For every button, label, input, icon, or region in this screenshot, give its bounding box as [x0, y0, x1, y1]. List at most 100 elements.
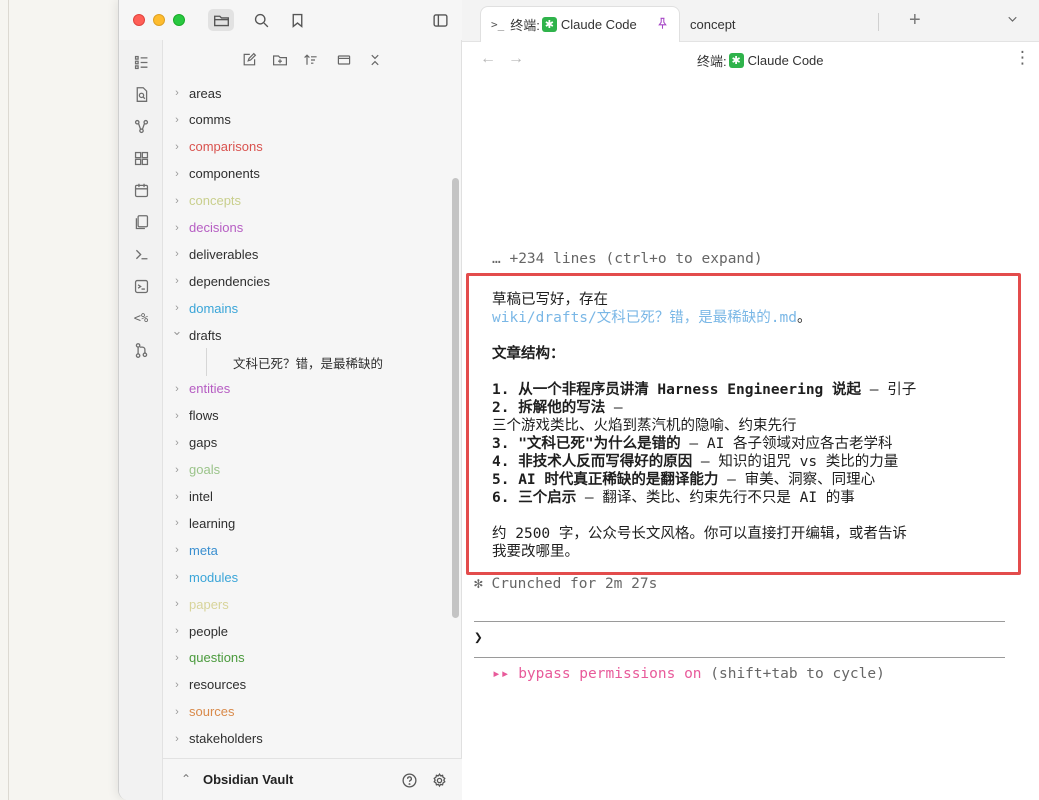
settings-gear-icon[interactable] [429, 770, 449, 790]
expand-collapse-chevrons-icon[interactable] [365, 50, 385, 70]
tree-folder-label: stakeholders [189, 731, 263, 747]
tree-folder[interactable]: ⌄ drafts [172, 323, 439, 346]
chevron-right-icon: › [175, 598, 179, 611]
tree-folder-label: intel [189, 489, 213, 504]
tab-label: concept [690, 16, 736, 32]
tree-folder[interactable]: › dependencies [175, 270, 439, 292]
more-options-icon[interactable]: ⋮ [1014, 48, 1031, 68]
claude-star-icon: ✱ [728, 53, 744, 68]
back-arrow-icon[interactable]: ← [480, 50, 496, 68]
chevron-right-icon: › [175, 275, 179, 288]
chevron-right-icon: › [175, 490, 179, 503]
tree-folder-label: goals [189, 462, 221, 478]
chevron-right-icon: › [175, 651, 179, 664]
tree-folder[interactable]: › intel [175, 486, 439, 508]
template-tag-icon[interactable]: <% [131, 308, 151, 328]
collapsed-lines-note[interactable]: … +234 lines (ctrl+o to expand) [492, 251, 763, 267]
files-folder-icon[interactable] [208, 9, 234, 31]
search-document-icon[interactable] [131, 84, 151, 104]
tree-folder-label: deliverables [189, 246, 259, 262]
tree-folder-label: papers [189, 596, 229, 612]
chevron-down-icon: ⌄ [171, 323, 183, 339]
minimize-window-button[interactable] [153, 14, 165, 26]
tree-folder[interactable]: › learning [175, 512, 439, 534]
tree-folder[interactable]: › sources [175, 701, 439, 723]
graph-view-icon[interactable] [131, 116, 151, 136]
tab-concept[interactable]: concept [690, 6, 736, 42]
left-ribbon: <% [119, 40, 163, 800]
outline-icon[interactable] [131, 52, 151, 72]
new-folder-icon[interactable] [270, 50, 290, 70]
tree-folder[interactable]: › comms [175, 109, 439, 131]
highlight-box [466, 273, 1021, 575]
tree-folder[interactable]: › gaps [175, 432, 439, 454]
prompt-bottom-divider [474, 657, 1005, 658]
tree-folder-label: decisions [189, 220, 244, 235]
close-window-button[interactable] [133, 14, 145, 26]
bookmark-icon[interactable] [284, 9, 310, 31]
tree-folder[interactable]: › domains [175, 297, 439, 319]
help-icon[interactable] [399, 770, 419, 790]
calendar-icon[interactable] [131, 180, 151, 200]
git-branch-icon[interactable] [131, 340, 151, 360]
prompt-top-divider [474, 621, 1005, 622]
chevron-right-icon: › [175, 732, 179, 745]
tree-folder[interactable]: › concepts [175, 190, 439, 212]
tree-folder[interactable]: › stakeholders [175, 728, 439, 750]
tab-list-chevron-down-icon[interactable] [1005, 12, 1020, 32]
tree-folder[interactable]: › papers [175, 593, 439, 615]
tree-folder[interactable]: › modules [175, 566, 439, 588]
tree-folder-label: gaps [189, 435, 218, 451]
tree-folder[interactable]: › entities [175, 378, 439, 400]
tree-folder[interactable]: › areas [175, 82, 439, 104]
chevron-right-icon: › [175, 113, 179, 126]
collapse-all-icon[interactable] [334, 50, 354, 70]
forward-arrow-icon[interactable]: → [508, 50, 524, 68]
search-icon[interactable] [248, 9, 274, 31]
input-prompt-caret[interactable]: ❯ [474, 630, 483, 646]
tree-folder[interactable]: › components [175, 163, 439, 185]
bypass-permissions-status[interactable]: ▸▸ bypass permissions on (shift+tab to c… [492, 666, 885, 682]
pin-icon[interactable] [656, 17, 669, 33]
tree-folder[interactable]: › meta [175, 539, 439, 561]
terminal-window-icon[interactable] [131, 276, 151, 296]
tree-folder[interactable]: › comparisons [175, 136, 439, 158]
tree-file-item[interactable]: 文科已死？错，是最稀缺的 [233, 351, 383, 373]
tree-folder[interactable]: › deliverables [175, 243, 439, 265]
new-tab-plus-icon[interactable]: + [909, 9, 921, 32]
tree-folder[interactable]: › questions [175, 647, 439, 669]
chevron-right-icon: › [175, 436, 179, 449]
vault-name[interactable]: Obsidian Vault [203, 772, 293, 787]
tree-folder[interactable]: › goals [175, 459, 439, 481]
tree-folder[interactable]: › resources [175, 674, 439, 696]
tree-folder-label: concepts [189, 193, 242, 209]
tree-folder[interactable]: › people [175, 620, 439, 642]
tab-divider [878, 13, 879, 31]
left-sidebar: <% › areas › comms › comparisons › compo… [119, 0, 462, 800]
crunched-status: ✻ Crunched for 2m 27s [474, 576, 658, 592]
chevron-right-icon: › [175, 544, 179, 557]
bypass-arrows: ▸▸ [492, 666, 519, 682]
zoom-window-button[interactable] [173, 14, 185, 26]
claude-star-icon: ✱ [541, 17, 557, 32]
tree-folder-label: people [189, 623, 229, 639]
canvas-grid-icon[interactable] [131, 148, 151, 168]
toggle-sidebar-icon[interactable] [427, 9, 453, 31]
chevron-right-icon: › [175, 705, 179, 718]
tree-folder[interactable]: › decisions [175, 217, 439, 239]
chevron-right-icon: › [175, 625, 179, 637]
tree-folder[interactable]: › flows [175, 405, 439, 427]
terminal-prompt-icon[interactable] [131, 244, 151, 264]
vault-switch-chevron-icon[interactable]: ⌃ [181, 772, 191, 786]
view-title-prefix: 终端: [697, 54, 727, 69]
copy-pages-icon[interactable] [131, 212, 151, 232]
tab-claude-code[interactable]: >_ 终端: ✱ Claude Code [480, 6, 680, 42]
file-tree-scrollbar[interactable] [452, 178, 459, 618]
sort-order-icon[interactable] [301, 50, 321, 70]
tree-folder-label: sources [189, 704, 235, 720]
new-note-icon[interactable] [239, 50, 259, 70]
background-window-edge [8, 0, 9, 800]
bypass-text: bypass permissions on [518, 666, 702, 682]
tree-folder-label: domains [189, 300, 239, 316]
tree-folder-label: entities [189, 381, 231, 397]
